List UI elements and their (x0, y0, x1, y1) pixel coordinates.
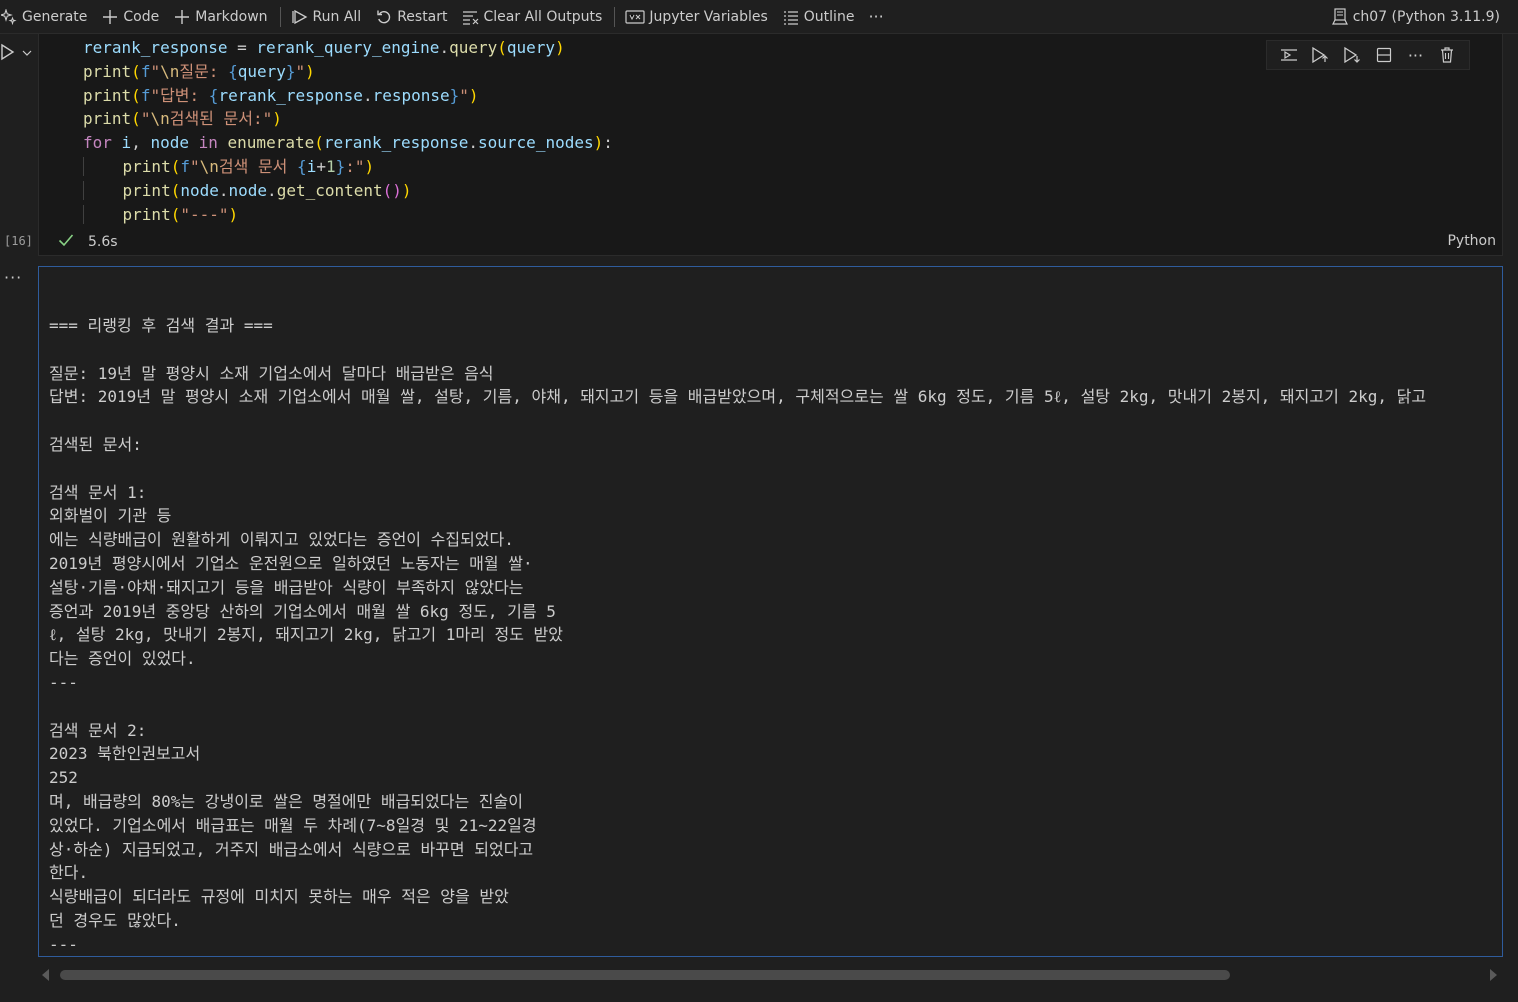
code-line: print("---") (83, 203, 613, 227)
outline-button[interactable]: Outline (776, 0, 863, 34)
output-line: 설탕·기름·야채·돼지고기 등을 배급받아 식량이 부족하지 않았다는 (49, 577, 524, 597)
clear-outputs-icon (462, 8, 480, 26)
check-icon (58, 233, 74, 251)
toolbar-divider (279, 6, 281, 27)
run-all-icon (291, 8, 309, 26)
cell-status: 5.6s (58, 232, 118, 252)
output-line: 검색 문서 1: (49, 482, 147, 502)
scroll-right-icon[interactable] (1490, 969, 1497, 981)
cell-gutter (0, 34, 38, 1002)
output-line: 질문: 19년 말 평양시 소재 기업소에서 달마다 배급받은 음식 (49, 363, 494, 383)
kernel-picker[interactable]: ch07 (Python 3.11.9) (1325, 0, 1508, 34)
output-line: 있었다. 기업소에서 배급표는 매월 두 차례(7~8일경 및 21~22일경 (49, 815, 537, 835)
output-line: === 리랭킹 후 검색 결과 === (49, 316, 273, 335)
outline-label: Outline (803, 8, 855, 25)
toolbar-divider (614, 6, 616, 27)
clear-all-outputs-button[interactable]: Clear All Outputs (456, 0, 611, 34)
output-line: 던 경우도 많았다. (49, 910, 181, 930)
kernel-icon (1331, 8, 1349, 26)
output-line: --- (49, 934, 78, 954)
restart-icon (375, 8, 393, 26)
run-above-icon[interactable] (1309, 44, 1331, 66)
run-cell-button[interactable] (0, 43, 36, 65)
cell-output: === 리랭킹 후 검색 결과 === 질문: 19년 말 평양시 소재 기업소… (38, 266, 1503, 957)
output-line: 에는 식량배급이 원활하게 이뤄지고 있었다는 증언이 수집되었다. (49, 530, 514, 550)
output-line: 상·하순) 지급되었고, 거주지 배급소에서 식량으로 바꾸면 되었다고 (49, 839, 534, 859)
kernel-label: ch07 (Python 3.11.9) (1352, 9, 1500, 25)
plus-icon (173, 8, 191, 26)
output-line: 한다. (49, 863, 89, 883)
cell-toolbar: ··· (1266, 40, 1470, 70)
run-all-label: Run All (312, 8, 362, 25)
split-cell-icon[interactable] (1373, 44, 1395, 66)
generate-button[interactable]: Generate (0, 0, 95, 34)
add-code-cell-button[interactable]: Code (95, 0, 167, 34)
output-line: 증언과 2019년 중앙당 산하의 기업소에서 매월 쌀 6kg 정도, 기름 … (49, 601, 556, 621)
execution-count: [16] (4, 234, 33, 248)
variables-icon (625, 8, 645, 26)
output-line: 2019년 평양시에서 기업소 운전원으로 일하였던 노동자는 매월 쌀· (49, 553, 533, 573)
output-line: 답변: 2019년 말 평양시 소재 기업소에서 매월 쌀, 설탕, 기름, 야… (49, 387, 1427, 407)
restart-label: Restart (397, 8, 448, 25)
code-line: print(f"\n질문: {query}") (83, 61, 315, 81)
output-line: 252 (49, 768, 78, 788)
output-text: === 리랭킹 후 검색 결과 === 질문: 19년 말 평양시 소재 기업소… (49, 314, 1427, 956)
run-icon (0, 43, 16, 65)
output-line: 식량배급이 되더라도 규정에 미치지 못하는 매우 적은 양을 받았 (49, 887, 509, 907)
output-line: --- (49, 672, 78, 692)
code-line: print(node.node.get_content()) (83, 179, 613, 203)
code-editor[interactable]: rerank_response = rerank_query_engine.qu… (83, 36, 613, 226)
output-line: 며, 배급량의 80%는 강냉이로 쌀은 명절에만 배급되었다는 진술이 (49, 791, 523, 811)
output-line: 검색된 문서: (49, 434, 142, 454)
code-line: for i, node in enumerate(rerank_response… (83, 133, 613, 153)
output-line: 외화벌이 기관 등 (49, 506, 172, 526)
notebook-toolbar: Generate Code Markdown Run All Restart C… (0, 0, 1518, 34)
output-line: 검색 문서 2: (49, 720, 147, 740)
cell-language[interactable]: Python (1447, 233, 1496, 249)
output-more-icon[interactable]: ··· (4, 268, 22, 287)
delete-cell-icon[interactable] (1436, 44, 1458, 66)
chevron-down-icon[interactable] (22, 46, 32, 62)
jupyter-variables-label: Jupyter Variables (649, 8, 768, 25)
scroll-left-icon[interactable] (42, 969, 49, 981)
execute-above-icon[interactable] (1278, 44, 1300, 66)
add-markdown-cell-button[interactable]: Markdown (167, 0, 275, 34)
code-line: rerank_response = rerank_query_engine.qu… (83, 38, 565, 57)
more-icon: ··· (868, 7, 884, 26)
code-line: print(f"\n검색 문서 {i+1}:") (83, 155, 613, 179)
sparkle-icon (0, 8, 18, 26)
output-line: 다는 증언이 있었다. (49, 649, 196, 669)
output-line: ℓ, 설탕 2kg, 맛내기 2봉지, 돼지고기 2kg, 닭고기 1마리 정도… (49, 625, 563, 645)
cell-more-icon[interactable]: ··· (1404, 44, 1426, 66)
plus-icon (101, 8, 119, 26)
restart-button[interactable]: Restart (369, 0, 455, 34)
horizontal-scrollbar[interactable] (38, 965, 1503, 987)
code-line: print("\n검색된 문서:") (83, 109, 282, 129)
execution-duration: 5.6s (88, 234, 118, 250)
scrollbar-thumb[interactable] (60, 970, 1230, 980)
run-all-button[interactable]: Run All (285, 0, 370, 34)
code-label: Code (123, 8, 160, 25)
generate-label: Generate (22, 8, 88, 25)
jupyter-variables-button[interactable]: Jupyter Variables (619, 0, 775, 34)
outline-icon (782, 8, 800, 26)
markdown-label: Markdown (195, 8, 268, 25)
toolbar-more-button[interactable]: ··· (862, 0, 891, 34)
clear-all-outputs-label: Clear All Outputs (483, 8, 603, 25)
run-below-icon[interactable] (1341, 44, 1363, 66)
output-line: 2023 북한인권보고서 (49, 744, 201, 764)
code-line: print(f"답변: {rerank_response.response}") (83, 85, 479, 105)
